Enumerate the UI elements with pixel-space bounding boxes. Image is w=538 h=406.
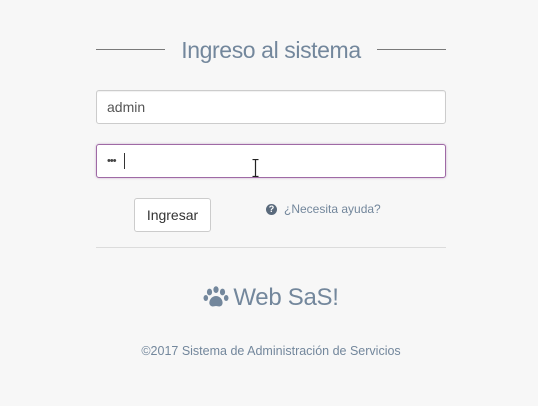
password-input[interactable]: ••• <box>96 144 446 178</box>
page-title: Ingreso al sistema <box>181 37 361 63</box>
brand-name: Web SaS! <box>233 284 339 311</box>
form-header: Ingreso al sistema <box>96 36 446 64</box>
submit-button[interactable]: Ingresar <box>134 198 211 232</box>
password-mask: ••• <box>107 155 117 167</box>
paw-icon <box>203 286 229 307</box>
question-circle-icon: ? <box>266 203 277 215</box>
title-right-rule <box>377 49 446 50</box>
divider <box>96 247 446 248</box>
ibeam-cursor-icon <box>252 159 259 177</box>
username-input[interactable] <box>96 90 446 124</box>
help-link-label: ¿Necesita ayuda? <box>284 202 381 216</box>
help-link[interactable]: ? ¿Necesita ayuda? <box>266 202 381 216</box>
text-caret <box>124 153 125 169</box>
brand-logo: Web SaS! <box>96 284 446 312</box>
footer-copyright: ©2017 Sistema de Administración de Servi… <box>141 344 401 358</box>
